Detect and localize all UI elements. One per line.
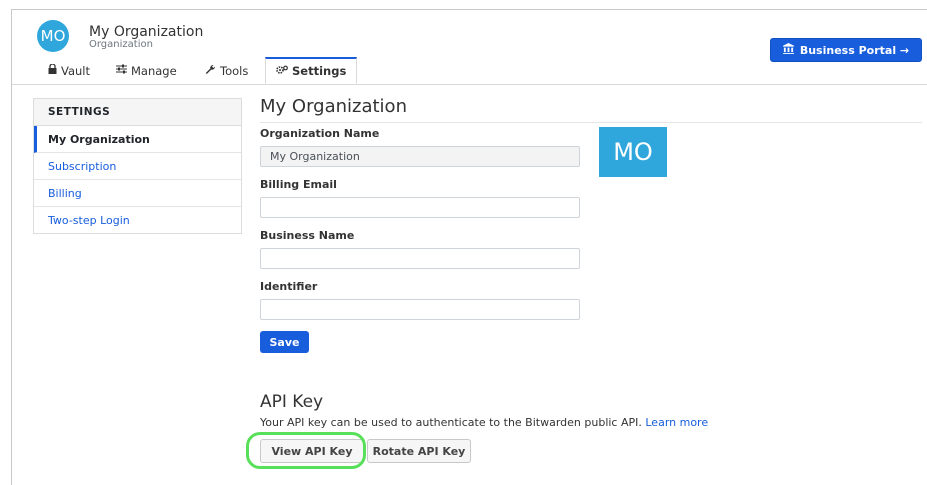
org-type: Organization [89,39,153,50]
bank-icon [782,43,794,57]
api-description-text: Your API key can be used to authenticate… [260,416,642,429]
gears-icon [276,65,288,78]
tab-tools-label: Tools [220,63,249,78]
sliders-icon [116,64,127,77]
sidebar-item-billing[interactable]: Billing [34,180,241,207]
tab-tools[interactable]: Tools [205,58,248,83]
tab-vault[interactable]: Vault [48,58,90,83]
save-button[interactable]: Save [260,331,309,353]
org-logo: MO [599,127,667,177]
tab-settings[interactable]: Settings [265,57,358,84]
tab-settings-label: Settings [292,64,347,78]
learn-more-link[interactable]: Learn more [645,416,708,429]
org-name: My Organization [89,24,204,40]
business-name-label: Business Name [260,229,355,242]
sidebar-item-my-organization[interactable]: My Organization [34,126,241,153]
sidebar-heading: SETTINGS [34,99,241,126]
sidebar-item-two-step-login[interactable]: Two-step Login [34,207,241,233]
settings-sidebar: SETTINGS My Organization Subscription Bi… [33,98,242,234]
billing-email-label: Billing Email [260,178,337,191]
org-name-label: Organization Name [260,127,380,140]
rotate-api-key-button[interactable]: Rotate API Key [367,439,471,463]
identifier-input[interactable] [260,299,580,320]
org-name-input[interactable]: My Organization [260,146,580,167]
identifier-label: Identifier [260,280,318,293]
business-name-input[interactable] [260,248,580,269]
title-divider [260,122,922,123]
nav-tabs: Vault Manage Tools Settings [12,57,927,85]
org-avatar: MO [37,20,69,52]
tab-vault-label: Vault [61,63,91,78]
tab-manage-label: Manage [131,63,177,78]
wrench-icon [205,64,216,78]
page-title: My Organization [260,96,407,117]
highlight-annotation [246,432,366,469]
api-key-description: Your API key can be used to authenticate… [260,416,708,429]
billing-email-input[interactable] [260,197,580,218]
sidebar-item-subscription[interactable]: Subscription [34,153,241,180]
app-window: MO My Organization Organization Business… [11,9,927,485]
tab-manage[interactable]: Manage [116,58,177,83]
lock-icon [48,63,57,77]
api-key-title: API Key [260,392,324,412]
business-portal-label: Business Portal → [799,43,910,57]
